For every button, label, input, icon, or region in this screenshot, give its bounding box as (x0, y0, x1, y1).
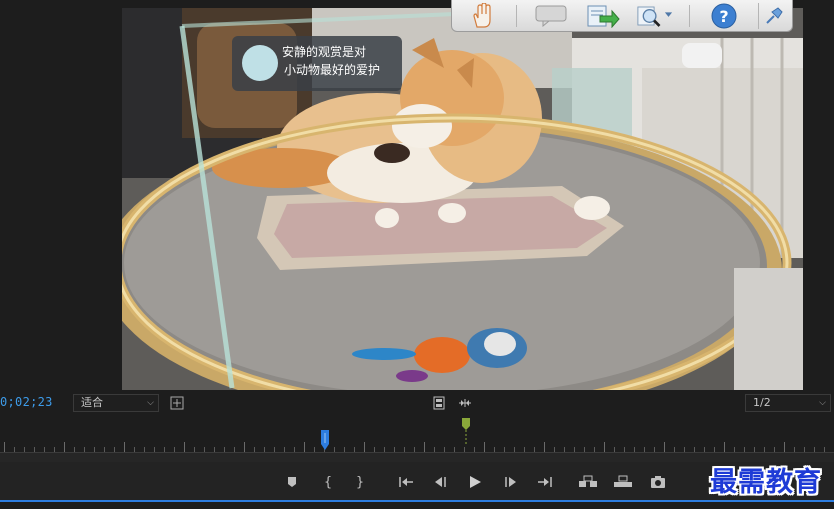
insert-icon (579, 475, 597, 487)
playhead-timecode[interactable]: 0;02;23 (0, 395, 53, 409)
ruler-tick (544, 442, 545, 452)
ruler-tick (604, 442, 605, 452)
hand-icon[interactable] (464, 2, 500, 29)
chevron-down-icon: ⌵ (819, 398, 826, 408)
step-back-button[interactable] (429, 472, 451, 492)
frame-sign-line1: 安静的观赏是对 (282, 44, 366, 59)
help-icon[interactable]: ? (706, 3, 742, 29)
step-back-icon (435, 477, 446, 487)
ruler-tick (64, 442, 65, 452)
play-icon (470, 476, 481, 488)
video-frame: 安静的观赏是对 小动物最好的爱护 (122, 8, 803, 390)
mark-in-button[interactable]: { (317, 472, 339, 492)
watermark-logo: 最需教育 (710, 467, 822, 498)
toolbar-divider (516, 4, 517, 27)
ruler-scroll-strip (0, 453, 834, 462)
transport-controls: { } (0, 462, 834, 502)
settings-icon[interactable] (170, 396, 184, 410)
mark-in-icon: { (324, 474, 332, 490)
playback-resolution-value: 1/2 (753, 396, 771, 409)
export-arrow-icon[interactable] (585, 3, 621, 29)
overwrite-icon (614, 475, 632, 487)
go-to-in-button[interactable] (395, 472, 417, 492)
ruler-tick (364, 442, 365, 452)
zoom-level-select[interactable]: 适合 ⌵ (73, 394, 159, 412)
go-to-out-button[interactable] (534, 472, 556, 492)
ruler-tick (784, 442, 785, 452)
export-frame-button[interactable] (647, 472, 669, 492)
mark-out-icon: } (356, 474, 364, 490)
step-forward-button[interactable] (500, 472, 522, 492)
marker-icon (288, 477, 296, 487)
ruler-tick (724, 442, 725, 452)
ruler-tick (424, 442, 425, 452)
safe-margins-icon[interactable] (432, 396, 446, 410)
program-monitor-viewer: 安静的观赏是对 小动物最好的爱护 ? (0, 0, 834, 392)
pin-icon[interactable] (758, 2, 788, 29)
time-ruler[interactable] (0, 414, 834, 462)
ruler-tick (664, 442, 665, 452)
ruler-tick (244, 442, 245, 452)
svg-text:?: ? (719, 7, 728, 26)
monitor-control-bar: 0;02;23 适合 ⌵ 1/2 ⌵ (0, 392, 834, 414)
comment-icon[interactable] (533, 3, 569, 29)
program-monitor-panel: 安静的观赏是对 小动物最好的爱护 ? 0;02;23 适合 ⌵ 1/2 ⌵ {… (0, 0, 834, 509)
chevron-down-icon: ⌵ (147, 398, 154, 408)
go-to-out-icon (538, 477, 552, 487)
zoom-level-value: 适合 (81, 396, 103, 409)
ruler-tick (4, 442, 5, 452)
ruler-tick (484, 442, 485, 452)
add-marker-button[interactable] (281, 472, 303, 492)
panel-bottom (0, 502, 834, 509)
playhead-marker[interactable] (318, 430, 332, 452)
play-button[interactable] (464, 472, 486, 492)
ruler-tick (124, 442, 125, 452)
insert-button[interactable] (577, 472, 599, 492)
ruler-tick (304, 442, 305, 452)
camera-icon (651, 476, 665, 488)
overwrite-button[interactable] (612, 472, 634, 492)
step-forward-icon (505, 477, 516, 487)
go-to-in-icon (399, 477, 413, 487)
ruler-tick (184, 442, 185, 452)
trim-icon[interactable] (458, 396, 472, 410)
mark-out-button[interactable]: } (349, 472, 371, 492)
floating-toolbar: ? (451, 0, 793, 32)
zoom-icon[interactable] (637, 3, 673, 29)
ruler-ticks (0, 442, 834, 452)
frame-sign-line2: 小动物最好的爱护 (284, 62, 380, 77)
video-frame-image: 安静的观赏是对 小动物最好的爱护 (122, 8, 803, 390)
in-point-marker[interactable] (461, 418, 471, 444)
playback-resolution-select[interactable]: 1/2 ⌵ (745, 394, 831, 412)
toolbar-divider (689, 4, 690, 27)
